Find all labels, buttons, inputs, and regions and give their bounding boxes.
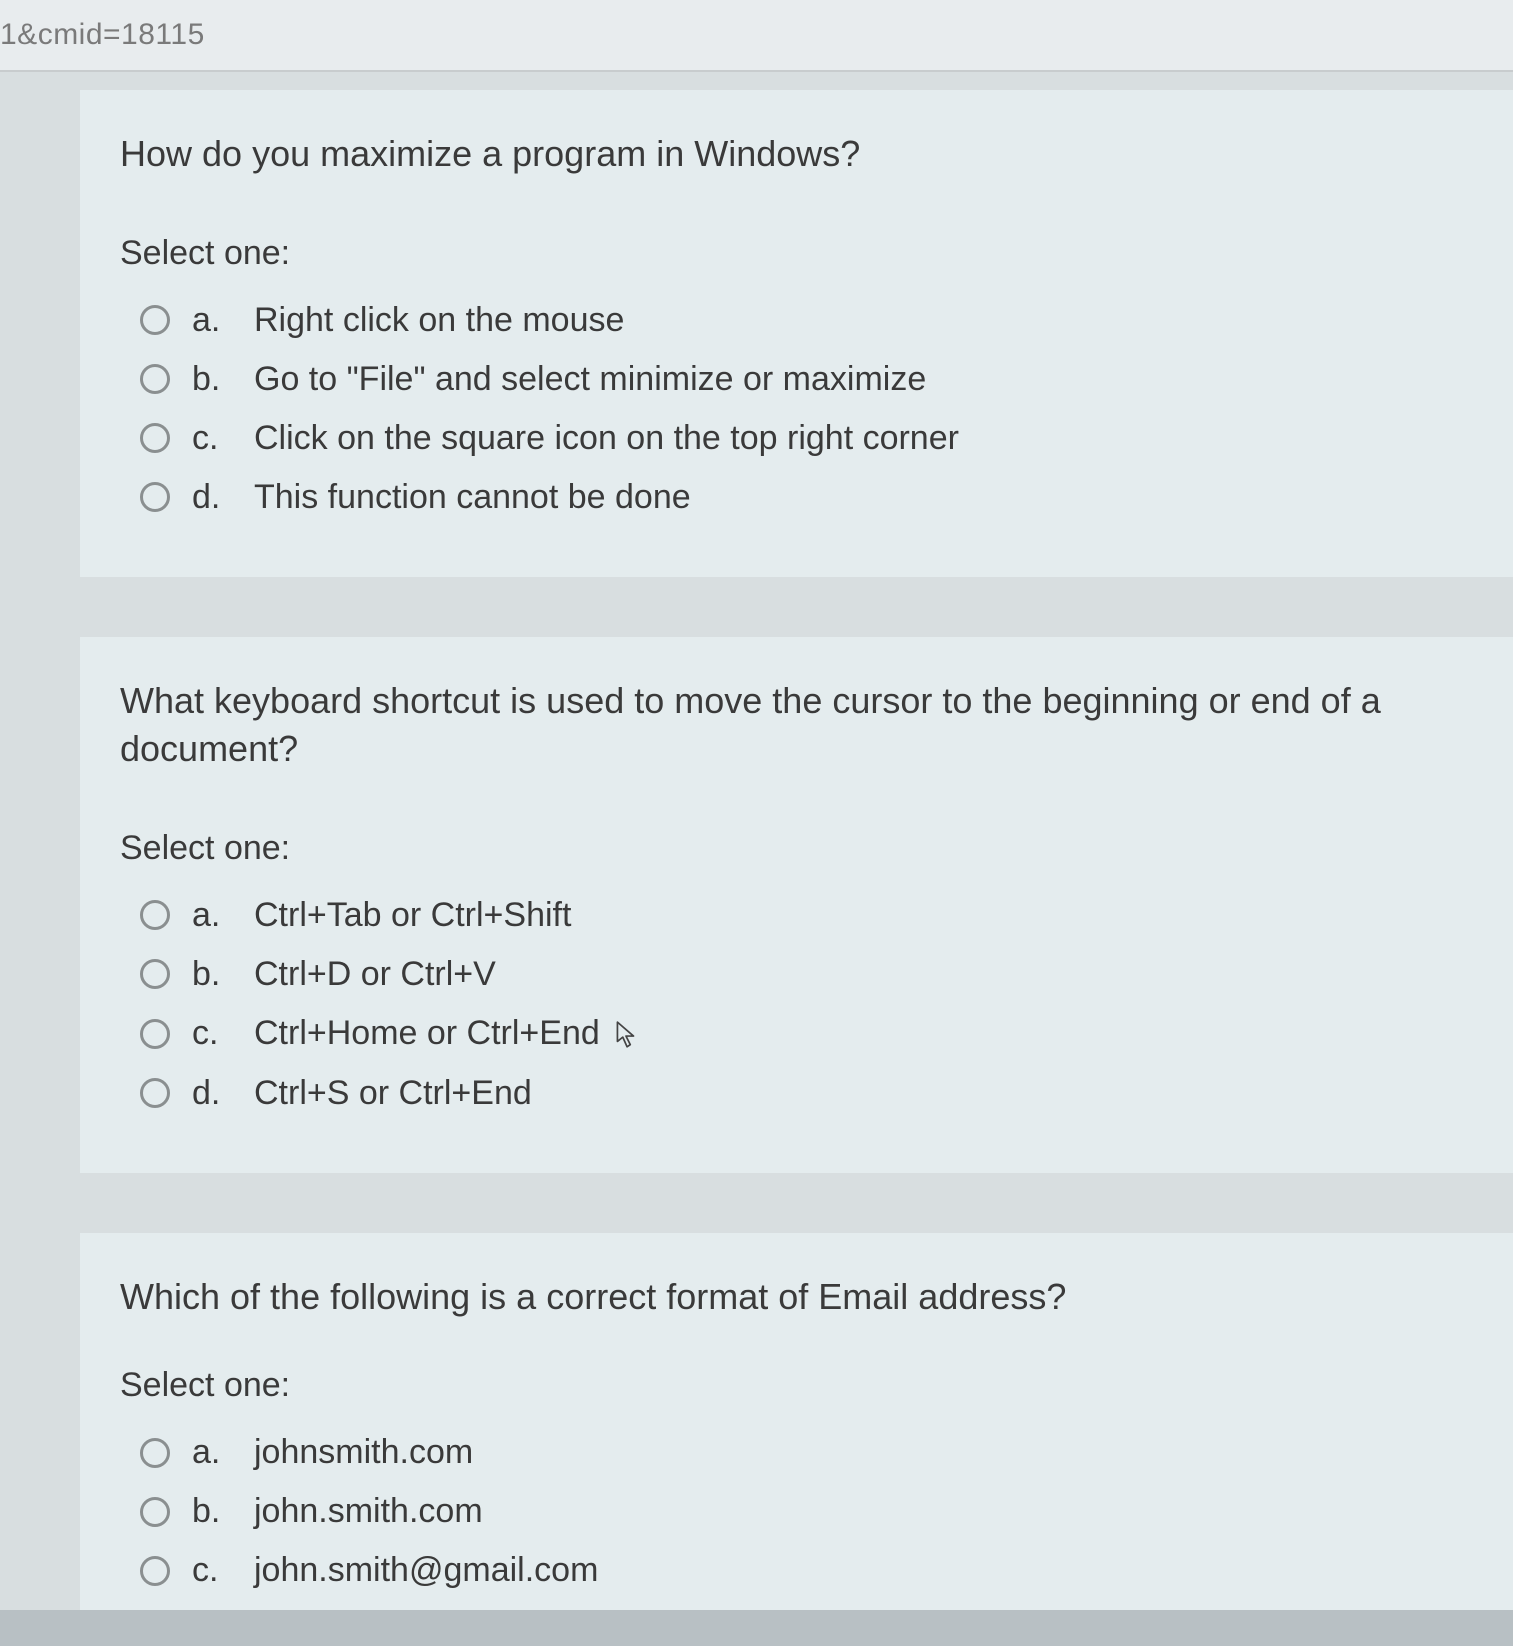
- option-letter: d.: [192, 1074, 232, 1113]
- radio-icon[interactable]: [140, 1497, 170, 1527]
- select-one-label: Select one:: [120, 1366, 1473, 1405]
- option-letter: b.: [192, 955, 232, 994]
- question-list: How do you maximize a program in Windows…: [30, 72, 1513, 1610]
- radio-icon[interactable]: [140, 1438, 170, 1468]
- question-card: How do you maximize a program in Windows…: [80, 90, 1513, 577]
- select-one-label: Select one:: [120, 829, 1473, 868]
- option-letter: a.: [192, 1433, 232, 1472]
- option-text: Go to "File" and select minimize or maxi…: [254, 360, 1473, 399]
- option-letter: a.: [192, 301, 232, 340]
- url-fragment: 1&cmid=18115: [0, 0, 1513, 72]
- radio-icon[interactable]: [140, 482, 170, 512]
- radio-icon[interactable]: [140, 900, 170, 930]
- option-row[interactable]: d. Ctrl+S or Ctrl+End: [120, 1064, 1473, 1123]
- option-text: Ctrl+D or Ctrl+V: [254, 955, 1473, 994]
- option-text: Ctrl+Tab or Ctrl+Shift: [254, 896, 1473, 935]
- radio-icon[interactable]: [140, 1078, 170, 1108]
- cursor-icon: [615, 1020, 641, 1054]
- radio-icon[interactable]: [140, 959, 170, 989]
- option-letter: d.: [192, 478, 232, 517]
- option-row[interactable]: d. This function cannot be done: [120, 468, 1473, 527]
- options-list: a. Ctrl+Tab or Ctrl+Shift b. Ctrl+D or C…: [120, 886, 1473, 1123]
- question-card: Which of the following is a correct form…: [80, 1233, 1513, 1611]
- option-row[interactable]: c. john.smith@gmail.com: [120, 1541, 1473, 1600]
- question-prompt: What keyboard shortcut is used to move t…: [120, 677, 1473, 774]
- url-text: 1&cmid=18115: [0, 18, 205, 51]
- option-text: johnsmith.com: [254, 1433, 1473, 1472]
- option-text: Ctrl+Home or Ctrl+End: [254, 1014, 1473, 1054]
- option-text: Right click on the mouse: [254, 301, 1473, 340]
- option-text: john.smith@gmail.com: [254, 1551, 1473, 1590]
- option-text: Ctrl+S or Ctrl+End: [254, 1074, 1473, 1113]
- option-letter: b.: [192, 360, 232, 399]
- radio-icon[interactable]: [140, 1019, 170, 1049]
- option-text-inner: Ctrl+Home or Ctrl+End: [254, 1014, 600, 1052]
- option-text: Click on the square icon on the top righ…: [254, 419, 1473, 458]
- option-text: This function cannot be done: [254, 478, 1473, 517]
- question-prompt: Which of the following is a correct form…: [120, 1273, 1473, 1322]
- option-row[interactable]: b. Go to "File" and select minimize or m…: [120, 350, 1473, 409]
- quiz-page: How do you maximize a program in Windows…: [0, 72, 1513, 1610]
- option-row[interactable]: a. johnsmith.com: [120, 1423, 1473, 1482]
- option-letter: b.: [192, 1492, 232, 1531]
- option-row[interactable]: a. Right click on the mouse: [120, 291, 1473, 350]
- option-letter: a.: [192, 896, 232, 935]
- option-row[interactable]: c. Ctrl+Home or Ctrl+End: [120, 1004, 1473, 1064]
- radio-icon[interactable]: [140, 305, 170, 335]
- option-letter: c.: [192, 1014, 232, 1053]
- option-row[interactable]: a. Ctrl+Tab or Ctrl+Shift: [120, 886, 1473, 945]
- options-list: a. johnsmith.com b. john.smith.com c. jo…: [120, 1423, 1473, 1600]
- radio-icon[interactable]: [140, 1556, 170, 1586]
- select-one-label: Select one:: [120, 234, 1473, 273]
- question-prompt: How do you maximize a program in Windows…: [120, 130, 1473, 179]
- option-letter: c.: [192, 1551, 232, 1590]
- option-letter: c.: [192, 419, 232, 458]
- option-row[interactable]: c. Click on the square icon on the top r…: [120, 409, 1473, 468]
- question-card: What keyboard shortcut is used to move t…: [80, 637, 1513, 1173]
- option-row[interactable]: b. Ctrl+D or Ctrl+V: [120, 945, 1473, 1004]
- radio-icon[interactable]: [140, 364, 170, 394]
- radio-icon[interactable]: [140, 423, 170, 453]
- option-text: john.smith.com: [254, 1492, 1473, 1531]
- option-row[interactable]: b. john.smith.com: [120, 1482, 1473, 1541]
- sidebar-fragment: [0, 72, 30, 1610]
- options-list: a. Right click on the mouse b. Go to "Fi…: [120, 291, 1473, 527]
